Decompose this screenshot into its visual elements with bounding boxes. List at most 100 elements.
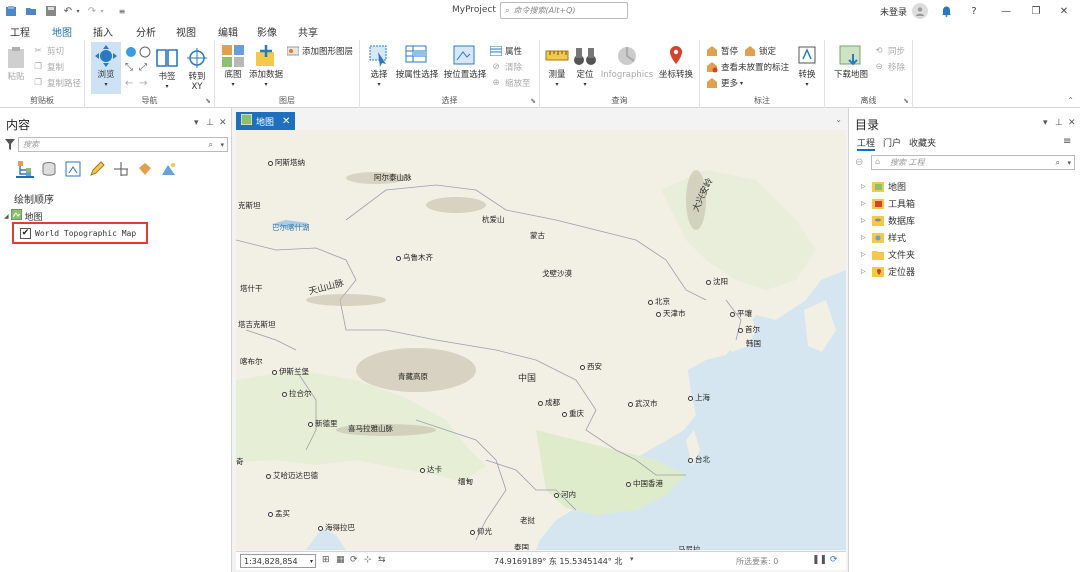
tab-edit[interactable]: 编辑 [218, 24, 238, 39]
lock-labels-button[interactable]: 锁定 [744, 44, 776, 58]
basemap-button[interactable]: 底图 ▾ [219, 44, 247, 90]
navigate-launcher-icon[interactable]: ⬊ [205, 97, 211, 105]
navigator-icon[interactable]: ⇆ [378, 555, 386, 565]
sync-button[interactable]: ⟲ 同步 [873, 44, 905, 58]
cut-button[interactable]: ✂ 剪切 [32, 44, 64, 58]
close-pane-icon[interactable]: ✕ [1068, 118, 1076, 128]
catalog-item-locators[interactable]: ▷ 定位器 [861, 265, 915, 278]
catalog-tab-project[interactable]: 工程 [857, 136, 876, 151]
fixed-zoom-icon[interactable] [139, 46, 151, 61]
restore-icon[interactable]: ❐ [1026, 3, 1046, 19]
command-search-input[interactable]: ⌕ 命令搜索(Alt+Q) [500, 2, 628, 19]
map-canvas[interactable]: 阿斯塔纳 阿尔泰山脉 克斯坦 巴尔喀什湖 杭爱山 蒙古 乌鲁木齐 戈壁沙漠 天山山脉 沈阳 塔什干北… [236, 130, 846, 550]
catalog-tab-favorites[interactable]: 收藏夹 [909, 136, 936, 149]
search-icon[interactable]: ⌕ [209, 140, 213, 150]
catalog-item-databases[interactable]: ▷ 数据库 [861, 214, 915, 227]
search-options-icon[interactable]: ▾ [1067, 159, 1071, 167]
tab-imagery[interactable]: 影像 [257, 24, 277, 39]
expand-icon[interactable]: ▷ [861, 217, 871, 224]
map-tree-node[interactable]: ◢ 地图 [4, 208, 43, 223]
catalog-item-folders[interactable]: ▷ 文件夹 [861, 248, 915, 261]
zoom-out-icon[interactable]: ⤢ [139, 62, 147, 73]
infographics-button[interactable]: Infographics [600, 44, 654, 80]
pause-labeling-button[interactable]: 暂停 [706, 44, 738, 58]
catalog-tab-portal[interactable]: 门户 [883, 136, 901, 149]
layer-world-topographic-map[interactable]: ✔ World Topographic Map [12, 222, 148, 244]
paste-button[interactable]: 粘贴 [4, 46, 28, 82]
layer-visibility-checkbox[interactable]: ✔ [20, 227, 31, 239]
tab-share[interactable]: 共享 [298, 24, 318, 39]
more-labeling-button[interactable]: 更多 ▾ [706, 76, 743, 90]
attributes-button[interactable]: 属性 [490, 44, 522, 58]
list-by-selection-icon[interactable] [64, 160, 82, 178]
pane-options-icon[interactable]: ▾ [194, 118, 199, 128]
expand-icon[interactable]: ▷ [861, 234, 871, 241]
coord-format-dropdown-icon[interactable]: ▾ [630, 555, 634, 563]
expand-icon[interactable]: ▷ [861, 183, 871, 190]
list-by-snapping-icon[interactable] [112, 160, 130, 178]
add-graphics-layer-button[interactable]: 添加图形图层 [287, 44, 353, 58]
tab-insert[interactable]: 插入 [93, 24, 113, 39]
catalog-item-toolboxes[interactable]: ▷ 工具箱 [861, 197, 915, 210]
grid-icon[interactable]: ⊞ [322, 555, 330, 565]
convert-labels-button[interactable]: 转换 ▾ [794, 44, 820, 90]
map-tab-list-icon[interactable]: ⌄ [835, 115, 842, 124]
undo-dropdown-icon[interactable]: ▾ [74, 4, 82, 18]
pane-options-icon[interactable]: ▾ [1043, 118, 1048, 128]
copy-path-button[interactable]: ❐ 复制路径 [32, 76, 81, 90]
explore-button[interactable]: 浏览 ▾ [91, 42, 121, 94]
download-map-button[interactable]: 下载地图 [831, 44, 871, 80]
menu-icon[interactable]: ≡ [1063, 136, 1071, 147]
search-icon[interactable]: ⌕ [1056, 158, 1060, 168]
map-view-tab[interactable]: 地图 ✕ [236, 112, 296, 130]
login-status[interactable]: 未登录 [880, 5, 907, 18]
tab-view[interactable]: 视图 [176, 24, 196, 39]
list-by-source-icon[interactable] [40, 160, 58, 178]
view-unplaced-labels-button[interactable]: 查看未放置的标注 [706, 60, 789, 74]
selection-launcher-icon[interactable]: ⬊ [530, 97, 536, 105]
bookmarks-button[interactable]: 书签 ▾ [153, 46, 181, 92]
minimize-icon[interactable]: — [996, 3, 1016, 19]
list-by-editing-icon[interactable] [88, 160, 106, 178]
avatar[interactable] [912, 3, 928, 19]
forward-icon[interactable]: → [139, 78, 147, 89]
refresh-icon[interactable]: ⟳ [830, 555, 838, 565]
help-button[interactable]: ? [964, 3, 984, 19]
back-icon[interactable]: ⊖ [855, 157, 863, 168]
undo-icon[interactable]: ↶ [62, 4, 74, 18]
clear-selection-button[interactable]: ⊘ 清除 [490, 60, 522, 74]
scale-selector[interactable]: 1:34,828,854 ▾ [240, 554, 316, 568]
redo-dropdown-icon[interactable]: ▾ [98, 4, 106, 18]
close-icon[interactable]: ✕ [1054, 3, 1074, 19]
locate-button[interactable]: 定位 ▾ [572, 44, 598, 90]
list-by-drawing-order-icon[interactable] [16, 160, 34, 178]
pin-icon[interactable]: ⊥ [1055, 118, 1063, 128]
zoom-in-icon[interactable]: ⤡ [125, 62, 133, 73]
tab-analysis[interactable]: 分析 [136, 24, 156, 39]
catalog-search-input[interactable]: ⌂ 搜索 工程 ⌕ ▾ [871, 155, 1075, 170]
select-by-location-button[interactable]: 按位置选择 [442, 44, 488, 80]
save-icon[interactable] [44, 4, 58, 18]
select-button[interactable]: 选择 ▾ [366, 44, 392, 90]
remove-offline-button[interactable]: ⊖ 移除 [873, 60, 905, 74]
back-icon[interactable]: ← [125, 78, 133, 89]
goto-xy-button[interactable]: 转到 XY [183, 46, 211, 92]
zoom-to-selection-button[interactable]: ⊕ 缩放至 [490, 76, 530, 90]
catalog-item-styles[interactable]: ▷ 样式 [861, 231, 906, 244]
expand-icon[interactable]: ▷ [861, 251, 871, 258]
refresh-map-icon[interactable]: ⟳ [350, 555, 358, 565]
catalog-home-icon[interactable]: ⌂ [875, 157, 880, 166]
coordinate-conversion-button[interactable]: 坐标转换 [656, 44, 696, 80]
copy-button[interactable]: ❐ 复制 [32, 60, 64, 74]
collapse-ribbon-icon[interactable]: ⌃ [1067, 96, 1074, 105]
list-by-perspective-imagery-icon[interactable] [160, 160, 178, 178]
catalog-item-maps[interactable]: ▷ 地图 [861, 180, 906, 193]
search-options-icon[interactable]: ▾ [220, 141, 224, 149]
snapping-icon[interactable]: ⊹ [364, 555, 372, 565]
customize-toolbar-icon[interactable]: ≡ [116, 4, 128, 18]
filter-icon[interactable] [5, 139, 15, 153]
close-pane-icon[interactable]: ✕ [219, 118, 227, 128]
open-folder-icon[interactable] [24, 4, 38, 18]
select-by-attributes-button[interactable]: 按属性选择 [394, 44, 440, 80]
expand-icon[interactable]: ▷ [861, 268, 871, 275]
